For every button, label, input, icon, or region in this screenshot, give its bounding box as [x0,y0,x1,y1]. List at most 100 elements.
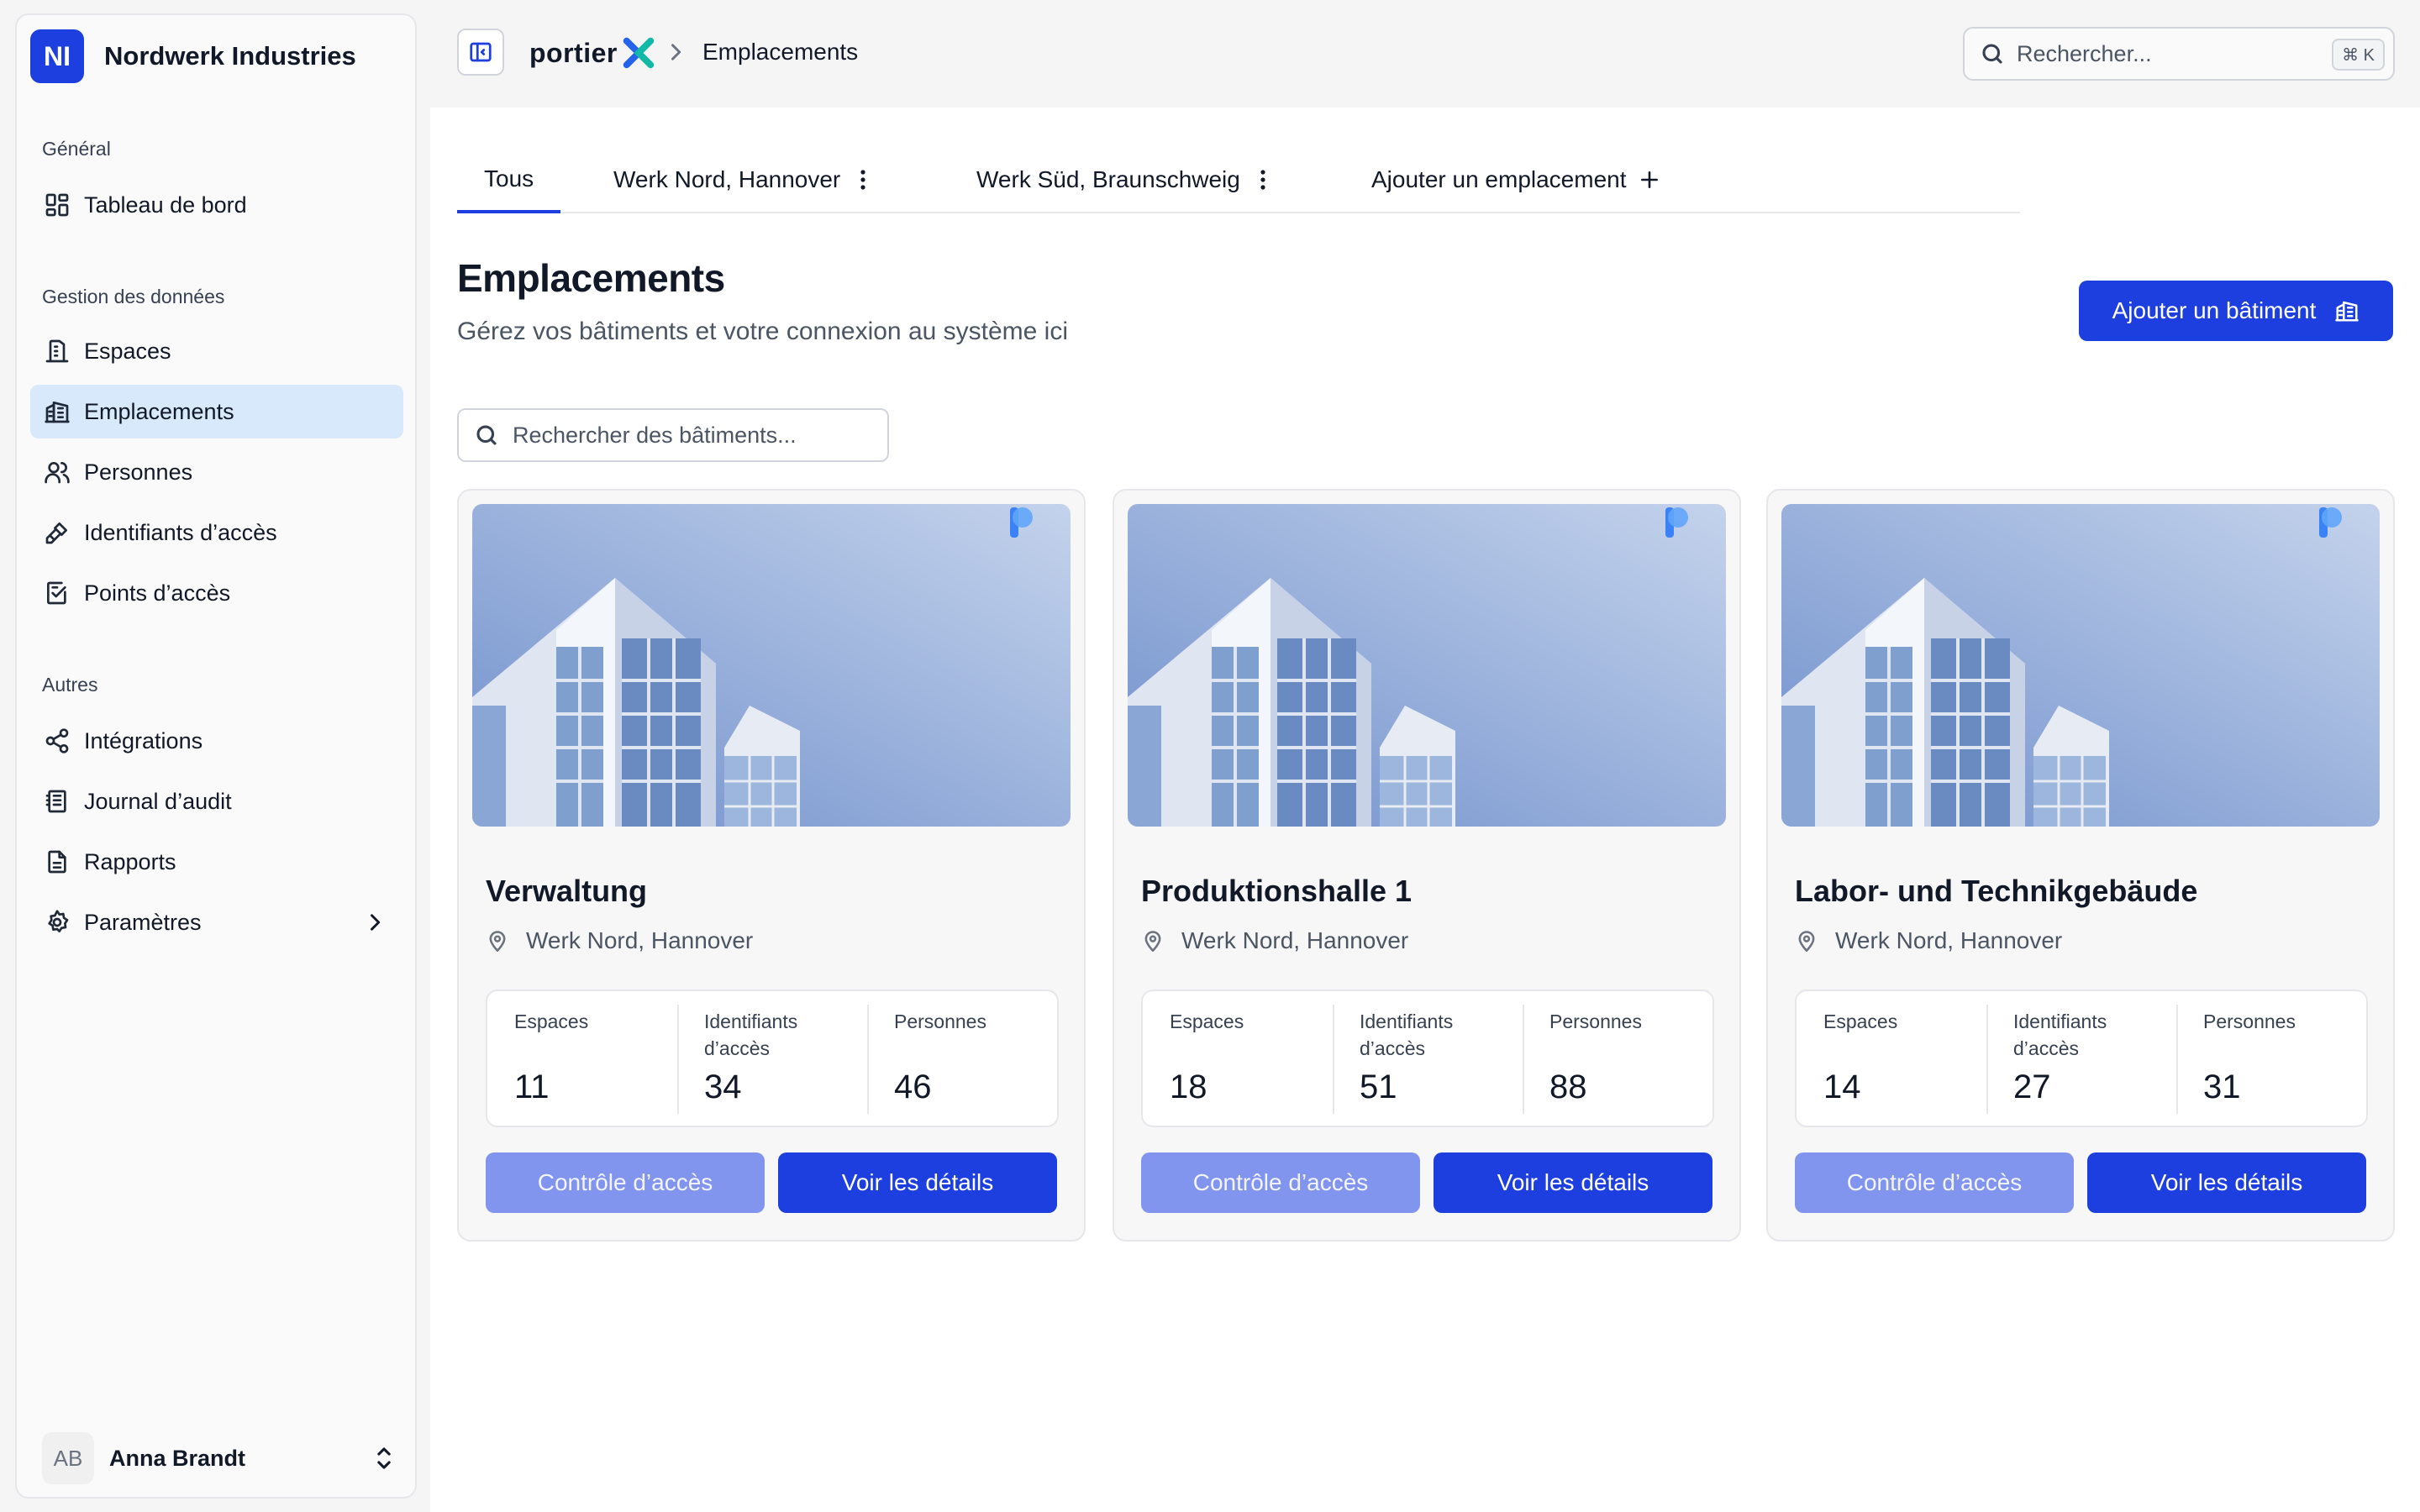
tab-werk-sued[interactable]: Werk Süd, Braunschweig [976,148,1267,212]
sidebar-item-audit-log[interactable]: Journal d’audit [30,774,403,828]
tab-werk-nord[interactable]: Werk Nord, Hannover [613,148,867,212]
view-details-button[interactable]: Voir les détails [1434,1152,1712,1213]
users-icon [42,457,72,487]
stat-people: Personnes 88 [1523,991,1712,1126]
tab-label: Ajouter un emplacement [1371,166,1627,192]
sidebar-item-people[interactable]: Personnes [30,445,403,499]
stat-credentials: Identifiants d’accès 34 [677,991,867,1126]
search-icon [1982,44,2002,64]
stat-credentials: Identifiants d’accès 51 [1333,991,1523,1126]
section-label-data: Gestion des données [42,286,225,307]
stat-spaces: Espaces 14 [1797,991,1986,1126]
page-title: Emplacements [457,256,725,300]
stat-label: Espaces [1823,1011,1898,1032]
building-location-text: Werk Nord, Hannover [1181,927,1409,953]
stat-label: Personnes [2203,1011,2296,1032]
stat-people-value: 46 [894,1068,932,1105]
sidebar-item-credentials[interactable]: Identifiants d’accès [30,506,403,559]
sidebar-item-spaces[interactable]: Espaces [30,324,403,378]
building-location: Werk Nord, Hannover [1141,927,1408,954]
stat-label: Espaces [514,1011,589,1032]
toggle-sidebar-button[interactable] [457,29,504,76]
org-switcher[interactable]: NI Nordwerk Industries [30,29,356,84]
view-details-button[interactable]: Voir les détails [2087,1152,2366,1213]
brand-mark-icon [623,37,655,69]
sidebar: NI Nordwerk Industries Général Tableau d… [15,13,417,1499]
building-card: Verwaltung Werk Nord, Hannover Espaces 1… [457,489,1086,1242]
page-subtitle: Gérez vos bâtiments et votre connexion a… [457,318,1069,345]
tab-add-location[interactable]: Ajouter un emplacement [1371,148,1660,212]
stat-spaces-value: 11 [514,1068,550,1105]
sidebar-item-label: Rapports [84,848,176,874]
sidebar-item-label: Emplacements [84,398,234,424]
keyboard-shortcut-badge: ⌘ K [2332,39,2385,71]
key-icon [42,517,72,548]
add-building-button[interactable]: Ajouter un bâtiment [2079,281,2393,341]
brand-logo[interactable]: portier [529,37,655,69]
sidebar-item-label: Identifiants d’accès [84,519,277,545]
sidebar-item-locations[interactable]: Emplacements [30,385,403,438]
report-icon [42,847,72,877]
stat-label: Personnes [1549,1011,1642,1032]
avatar: AB [42,1432,94,1484]
building-stats: Espaces 14 Identifiants d’accès 27 Perso… [1795,990,2368,1127]
share-icon [42,726,72,756]
stat-label: Identifiants d’accès [2013,1011,2107,1059]
sidebar-item-reports[interactable]: Rapports [30,835,403,889]
dashboard-icon [42,190,72,220]
search-placeholder: Rechercher... [2017,40,2152,66]
sidebar-item-label: Points d’accès [84,580,231,606]
building-location: Werk Nord, Hannover [1795,927,2062,954]
chevron-right-icon [363,911,387,934]
sidebar-item-access-points[interactable]: Points d’accès [30,566,403,620]
more-vertical-icon[interactable] [859,167,867,192]
building-name: Labor- und Technikgebäude [1795,874,2198,908]
add-building-label: Ajouter un bâtiment [2112,297,2317,323]
search-icon [476,425,497,445]
plus-icon [1640,171,1658,188]
access-control-button[interactable]: Contrôle d’accès [1795,1152,2074,1213]
access-control-button[interactable]: Contrôle d’accès [1141,1152,1420,1213]
building-location-text: Werk Nord, Hannover [1835,927,2063,953]
sidebar-item-integrations[interactable]: Intégrations [30,714,403,768]
building-image [472,504,1071,827]
stat-spaces: Espaces 18 [1143,991,1333,1126]
global-search-input[interactable]: Rechercher... ⌘ K [1963,27,2395,81]
access-control-button[interactable]: Contrôle d’accès [486,1152,765,1213]
building-search-input[interactable]: Rechercher des bâtiments... [457,408,889,462]
sidebar-item-settings[interactable]: Paramètres [30,895,403,949]
stat-spaces: Espaces 11 [487,991,677,1126]
building-stats: Espaces 18 Identifiants d’accès 51 Perso… [1141,990,1714,1127]
sidebar-item-label: Espaces [84,338,171,364]
gear-icon [42,907,72,937]
section-label-other: Autres [42,674,98,696]
user-menu[interactable]: AB Anna Brandt [42,1431,412,1485]
building-name: Verwaltung [486,874,648,908]
map-pin-icon [489,931,506,952]
search-placeholder: Rechercher des bâtiments... [513,422,797,448]
map-pin-icon [1144,931,1161,952]
stat-spaces-value: 18 [1170,1068,1207,1105]
breadcrumb-current: Emplacements [702,39,859,65]
brand-name: portier [529,37,618,68]
view-details-button[interactable]: Voir les détails [778,1152,1057,1213]
stat-credentials-value: 51 [1360,1068,1397,1105]
sidebar-item-label: Paramètres [84,909,202,935]
stat-label: Personnes [894,1011,986,1032]
stat-credentials: Identifiants d’accès 27 [1986,991,2176,1126]
stat-people: Personnes 46 [867,991,1057,1126]
sidebar-item-dashboard[interactable]: Tableau de bord [30,178,403,232]
access-point-icon [42,578,72,608]
log-icon [42,786,72,816]
tab-all[interactable]: Tous [457,148,561,213]
tab-label: Werk Süd, Braunschweig [976,166,1240,192]
building-name: Produktionshalle 1 [1141,874,1413,908]
tab-label: Tous [484,165,534,192]
building-image [1781,504,2380,827]
building-icon [42,336,72,366]
tab-label: Werk Nord, Hannover [613,166,841,192]
stat-label: Identifiants d’accès [704,1011,798,1059]
building-location-text: Werk Nord, Hannover [526,927,754,953]
more-vertical-icon[interactable] [1259,167,1267,192]
building-card: Labor- und Technikgebäude Werk Nord, Han… [1766,489,2395,1242]
